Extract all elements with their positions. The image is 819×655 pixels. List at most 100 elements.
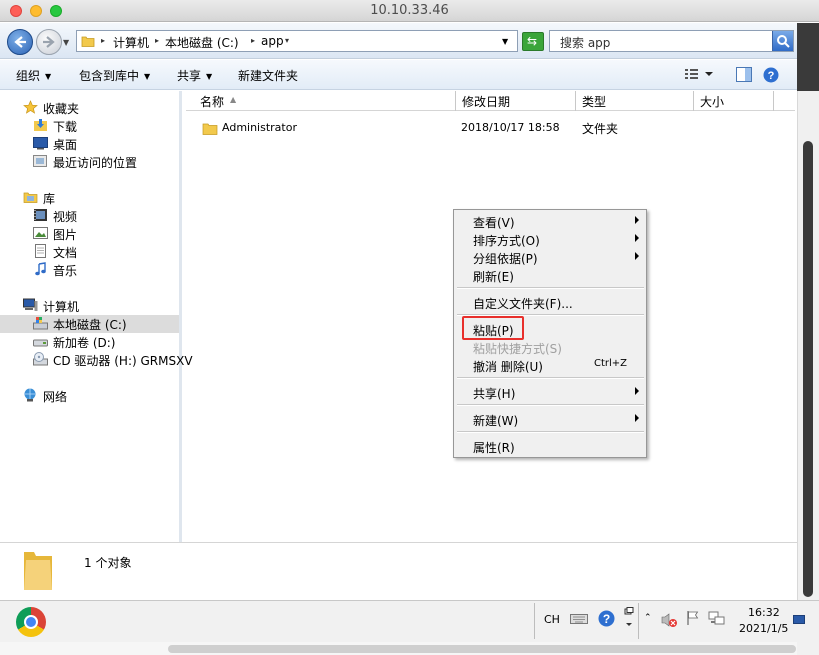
menu-item-view[interactable]: 查看(V)	[454, 212, 646, 230]
scrollbar-thumb[interactable]	[803, 141, 813, 597]
nav-cd-drive[interactable]: CD 驱动器 (H:) GRMSXV	[0, 351, 193, 369]
nav-music-label: 音乐	[53, 264, 78, 278]
column-type[interactable]: 类型	[576, 91, 694, 111]
nav-recent-places[interactable]: 最近访问的位置	[0, 153, 179, 171]
clock-date[interactable]: 2021/1/5	[739, 622, 788, 635]
drive-icon	[33, 339, 48, 347]
nav-network[interactable]: 网络	[0, 387, 179, 405]
nav-new-volume[interactable]: 新加卷 (D:)	[0, 333, 179, 351]
breadcrumb-computer[interactable]: 计算机	[113, 34, 149, 51]
documents-icon	[35, 244, 46, 258]
new-folder-button[interactable]: 新建文件夹	[238, 67, 298, 84]
network-icon	[24, 388, 36, 402]
include-in-library-label: 包含到库中	[79, 69, 140, 83]
menu-item-refresh[interactable]: 刷新(E)	[454, 266, 646, 284]
nav-videos[interactable]: 视频	[0, 207, 179, 225]
restore-icon[interactable]	[624, 607, 634, 629]
nav-favorites[interactable]: 收藏夹	[0, 99, 179, 117]
pictures-icon	[33, 227, 48, 239]
caret-down-icon: ▼	[45, 72, 52, 81]
navigation-pane: 收藏夹 下载 桌面 最近访问的位置 库 视频 图片 文档 音乐 计算机 本地磁盘…	[0, 91, 193, 542]
search-button[interactable]	[772, 31, 793, 51]
chrome-taskbar-button[interactable]	[16, 607, 46, 637]
nav-music[interactable]: 音乐	[0, 261, 179, 279]
share-menu[interactable]: 共享 ▼	[177, 67, 212, 84]
address-bar-row: ▼ ▸ 计算机 ▸ 本地磁盘 (C:) ▸ app ▾ ▼ ⇆ 搜索 app	[0, 23, 797, 59]
help-button[interactable]: ?	[763, 67, 779, 86]
include-in-library-menu[interactable]: 包含到库中 ▼	[79, 67, 150, 84]
action-center-flag-icon[interactable]	[686, 610, 700, 626]
language-indicator[interactable]: CH	[544, 613, 560, 626]
column-modified[interactable]: 修改日期	[456, 91, 576, 111]
refresh-icon: ⇆	[527, 34, 538, 48]
tray-separator	[534, 603, 535, 639]
view-options-button[interactable]	[684, 67, 714, 84]
breadcrumb-local-disk[interactable]: 本地磁盘 (C:)	[165, 34, 239, 51]
file-row[interactable]: Administrator 2018/10/17 18:58 文件夹	[186, 118, 795, 138]
refresh-button[interactable]: ⇆	[522, 32, 544, 51]
forward-button[interactable]	[36, 29, 62, 55]
submenu-arrow-icon	[635, 252, 639, 260]
command-toolbar: 组织 ▼ 包含到库中 ▼ 共享 ▼ 新建文件夹 ?	[0, 60, 797, 90]
keyboard-icon[interactable]	[570, 611, 588, 625]
search-icon	[777, 35, 790, 48]
nav-local-disk[interactable]: 本地磁盘 (C:)	[0, 315, 179, 333]
search-input[interactable]: 搜索 app	[549, 30, 794, 52]
nav-computer-label: 计算机	[43, 300, 80, 314]
network-status-icon[interactable]	[708, 611, 726, 627]
menu-item-properties[interactable]: 属性(R)	[454, 437, 646, 455]
volume-muted-icon[interactable]	[660, 612, 678, 628]
file-type: 文件夹	[582, 122, 619, 136]
organize-menu[interactable]: 组织 ▼	[16, 67, 51, 84]
menu-item-sort-by[interactable]: 排序方式(O)	[454, 230, 646, 248]
nav-pictures[interactable]: 图片	[0, 225, 179, 243]
column-size-label: 大小	[700, 95, 725, 109]
back-button[interactable]	[7, 29, 33, 55]
nav-computer[interactable]: 计算机	[0, 297, 179, 315]
nav-local-disk-label: 本地磁盘 (C:)	[53, 318, 127, 332]
nav-libraries[interactable]: 库	[0, 189, 179, 207]
submenu-arrow-icon	[635, 234, 639, 242]
chevron-right-icon[interactable]: ▸	[251, 36, 255, 45]
submenu-arrow-icon	[635, 216, 639, 224]
vertical-scrollbar[interactable]	[797, 91, 819, 601]
video-icon	[34, 209, 47, 221]
menu-item-undo-delete[interactable]: 撤消 删除(U) Ctrl+Z	[454, 356, 646, 374]
column-size[interactable]: 大小	[694, 91, 774, 111]
menu-item-paste-shortcut: 粘贴快捷方式(S)	[454, 338, 646, 356]
file-modified: 2018/10/17 18:58	[461, 121, 560, 134]
chevron-right-icon[interactable]: ▸	[155, 36, 159, 45]
address-box[interactable]: ▸ 计算机 ▸ 本地磁盘 (C:) ▸ app ▾ ▼	[76, 30, 518, 52]
menu-item-share-with[interactable]: 共享(H)	[454, 383, 646, 401]
sort-ascending-icon: ▲	[230, 95, 237, 104]
organize-label: 组织	[16, 69, 41, 83]
nav-new-volume-label: 新加卷 (D:)	[53, 336, 116, 350]
share-label: 共享	[177, 69, 202, 83]
menu-item-customize-folder[interactable]: 自定义文件夹(F)...	[454, 293, 646, 311]
menu-item-group-by[interactable]: 分组依据(P)	[454, 248, 646, 266]
menu-item-group-by-label: 分组依据(P)	[473, 252, 538, 266]
horizontal-scrollbar-thumb[interactable]	[168, 645, 796, 653]
clock-time[interactable]: 16:32	[748, 606, 780, 619]
submenu-arrow-icon	[635, 387, 639, 395]
breadcrumb-app[interactable]: app	[261, 34, 284, 48]
show-desktop-icon[interactable]	[793, 614, 805, 626]
show-hidden-icons-icon[interactable]: ⌃	[644, 613, 652, 623]
paste-highlight-box	[462, 316, 524, 340]
window-title: 10.10.33.46	[370, 3, 449, 18]
nav-downloads[interactable]: 下载	[0, 117, 179, 135]
help-icon[interactable]: ?	[598, 610, 615, 627]
chevron-right-icon[interactable]: ▸	[101, 36, 105, 45]
recent-pages-dropdown[interactable]: ▼	[63, 38, 69, 47]
preview-pane-button[interactable]	[736, 67, 752, 85]
nav-documents-label: 文档	[53, 246, 78, 260]
nav-desktop[interactable]: 桌面	[0, 135, 179, 153]
menu-item-sort-by-label: 排序方式(O)	[473, 234, 540, 248]
nav-desktop-label: 桌面	[53, 138, 78, 152]
chevron-down-icon[interactable]: ▾	[285, 36, 289, 45]
nav-documents[interactable]: 文档	[0, 243, 179, 261]
menu-item-new[interactable]: 新建(W)	[454, 410, 646, 428]
address-history-dropdown[interactable]: ▼	[502, 37, 508, 46]
column-name[interactable]: 名称 ▲	[186, 91, 456, 111]
svg-text:?: ?	[768, 70, 775, 82]
